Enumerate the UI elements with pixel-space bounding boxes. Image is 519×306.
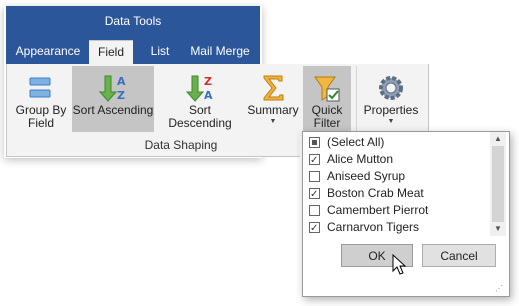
svg-text:A: A: [204, 89, 213, 102]
chevron-down-icon: ▼: [269, 118, 277, 125]
checkbox[interactable]: [309, 152, 320, 169]
list-item[interactable]: Carnarvon Tigers: [303, 219, 490, 237]
checkbox[interactable]: [309, 137, 320, 148]
sort-descending-button[interactable]: Z A Sort Descending: [156, 66, 244, 132]
list-item[interactable]: Alice Mutton: [303, 151, 490, 169]
gear-icon: [379, 76, 403, 100]
checkbox[interactable]: [309, 186, 320, 203]
tab-field[interactable]: Field: [89, 40, 133, 65]
quick-filter-label: Quick Filter: [311, 103, 343, 130]
summary-label: Summary: [247, 103, 299, 117]
list-item-label: Boston Crab Meat: [327, 186, 424, 200]
list-item-label: Carnarvon Tigers: [327, 220, 420, 234]
properties-label: Properties: [363, 103, 419, 117]
list-item[interactable]: (Select All): [303, 134, 490, 151]
checkbox[interactable]: [309, 205, 320, 216]
scroll-down-icon[interactable]: ▼: [490, 224, 506, 233]
list-item-label: Aniseed Syrup: [327, 169, 406, 183]
resize-grip-icon[interactable]: ⋰: [495, 284, 504, 293]
contextual-tab-title: Data Tools: [104, 14, 162, 28]
tab-list[interactable]: List: [140, 40, 180, 64]
mouse-cursor-icon: [392, 254, 407, 275]
sigma-icon: [263, 75, 284, 101]
list-item[interactable]: Aniseed Syrup: [303, 168, 490, 185]
list-item-label: Alice Mutton: [327, 152, 394, 166]
tab-appearance[interactable]: Appearance: [10, 40, 86, 64]
group-by-icon: [29, 77, 51, 98]
list-item-label: Camembert Pierrot: [327, 203, 429, 217]
cancel-button[interactable]: Cancel: [422, 244, 496, 267]
list-item[interactable]: Camembert Pierrot: [303, 202, 490, 219]
sort-ascending-icon: A Z: [98, 75, 126, 102]
properties-button[interactable]: Properties ▼: [360, 66, 422, 132]
summary-button[interactable]: Summary ▼: [246, 66, 300, 132]
quick-filter-button[interactable]: Quick Filter ▼: [303, 66, 351, 137]
group-separator: [356, 66, 357, 134]
scroll-up-icon[interactable]: ▲: [490, 134, 506, 143]
list-item[interactable]: Boston Crab Meat: [303, 185, 490, 203]
group-by-field-button[interactable]: Group By Field: [10, 66, 72, 132]
sort-descending-icon: Z A: [185, 75, 213, 102]
chevron-down-icon: ▼: [387, 118, 395, 125]
group-by-label: Group By Field: [15, 103, 67, 130]
filter-value-list: (Select All) Alice Mutton Aniseed Syrup …: [303, 132, 490, 237]
list-item-label: (Select All): [327, 135, 385, 149]
scrollbar-thumb[interactable]: [492, 146, 504, 222]
sort-descending-label: Sort Descending: [168, 103, 232, 130]
tab-mail-merge[interactable]: Mail Merge: [184, 40, 256, 64]
checkbox[interactable]: [309, 171, 320, 182]
svg-text:Z: Z: [117, 89, 125, 102]
sort-ascending-button[interactable]: A Z Sort Ascending: [72, 66, 154, 132]
svg-text:Z: Z: [204, 75, 212, 88]
checkbox[interactable]: [309, 220, 320, 237]
filter-funnel-icon: [314, 76, 340, 102]
svg-text:A: A: [117, 75, 126, 88]
sort-ascending-label: Sort Ascending: [72, 103, 154, 117]
